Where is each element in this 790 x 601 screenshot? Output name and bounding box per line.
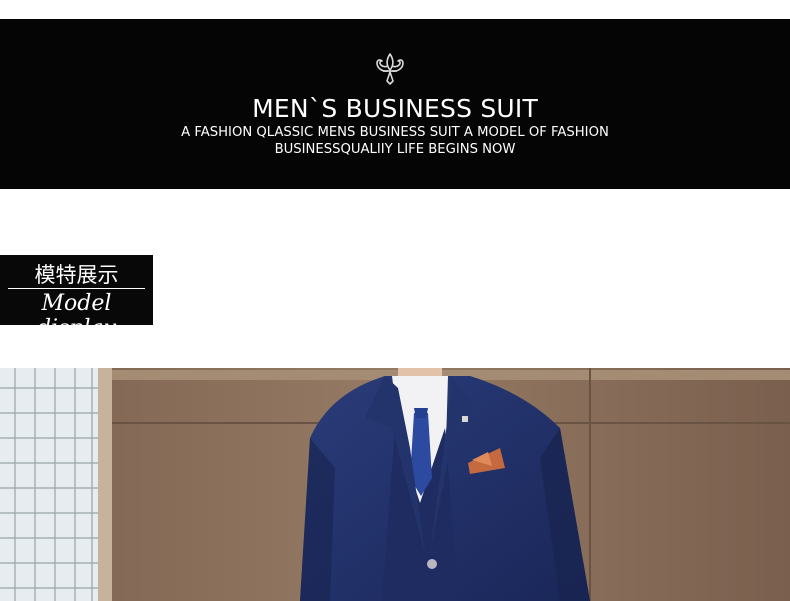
model-photo-illustration xyxy=(0,368,790,601)
page-title: MEN`S BUSINESS SUIT xyxy=(252,94,538,123)
model-photo xyxy=(0,368,790,601)
model-display-label: 模特展示 Model display xyxy=(0,255,153,341)
header-banner: MEN`S BUSINESS SUIT A FASHION QLASSIC ME… xyxy=(0,19,790,189)
label-english: Model display xyxy=(36,291,117,341)
subtitle-line-2: BUSINESSQUALIIY LIFE BEGINS NOW xyxy=(274,142,516,157)
label-chinese: 模特展示 xyxy=(34,263,119,287)
label-divider xyxy=(8,288,145,289)
subtitle-line-1: A FASHION QLASSIC MENS BUSINESS SUIT A M… xyxy=(181,125,609,140)
fleur-de-lis-icon xyxy=(376,53,404,85)
